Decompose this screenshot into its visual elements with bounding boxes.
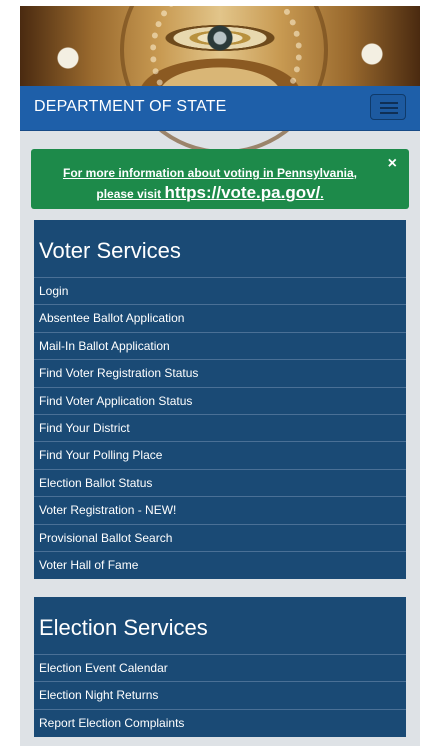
voter-services-item-voter-hall-of-fame[interactable]: Voter Hall of Fame bbox=[34, 552, 406, 579]
voter-services-item-login[interactable]: Login bbox=[34, 278, 406, 306]
voter-services-item-election-ballot-status[interactable]: Election Ballot Status bbox=[34, 470, 406, 498]
election-services-item-report-complaints[interactable]: Report Election Complaints bbox=[34, 710, 406, 737]
voter-services-panel: Voter Services Login Absentee Ballot App… bbox=[34, 220, 406, 580]
election-services-item-event-calendar[interactable]: Election Event Calendar bbox=[34, 655, 406, 683]
voter-services-item-provisional-ballot-search[interactable]: Provisional Ballot Search bbox=[34, 525, 406, 552]
menu-toggle-button[interactable] bbox=[370, 94, 406, 120]
capitol-dome-banner bbox=[20, 6, 420, 154]
vote-pa-gov-link[interactable]: https://vote.pa.gov/ bbox=[164, 183, 320, 202]
voter-services-title: Voter Services bbox=[34, 220, 406, 278]
election-services-title: Election Services bbox=[34, 597, 406, 655]
navbar: DEPARTMENT OF STATE bbox=[20, 86, 420, 131]
voter-services-item-find-application-status[interactable]: Find Voter Application Status bbox=[34, 388, 406, 415]
alert-link[interactable]: For more information about voting in Pen… bbox=[41, 163, 379, 204]
hamburger-icon bbox=[380, 102, 398, 104]
close-icon[interactable]: × bbox=[388, 155, 397, 173]
page: DEPARTMENT OF STATE For more information… bbox=[20, 6, 420, 746]
brand-title[interactable]: DEPARTMENT OF STATE bbox=[34, 98, 227, 116]
voter-services-item-voter-registration-new[interactable]: Voter Registration - NEW! bbox=[34, 497, 406, 525]
election-services-item-night-returns[interactable]: Election Night Returns bbox=[34, 682, 406, 710]
voter-services-item-find-district[interactable]: Find Your District bbox=[34, 415, 406, 443]
voting-info-alert: For more information about voting in Pen… bbox=[31, 149, 409, 209]
voter-services-item-mail-in-ballot-application[interactable]: Mail-In Ballot Application bbox=[34, 333, 406, 361]
voter-services-item-find-registration-status[interactable]: Find Voter Registration Status bbox=[34, 360, 406, 388]
election-services-panel: Election Services Election Event Calenda… bbox=[34, 597, 406, 738]
voter-services-item-absentee-ballot-application[interactable]: Absentee Ballot Application bbox=[34, 305, 406, 333]
voter-services-item-find-polling-place[interactable]: Find Your Polling Place bbox=[34, 442, 406, 470]
